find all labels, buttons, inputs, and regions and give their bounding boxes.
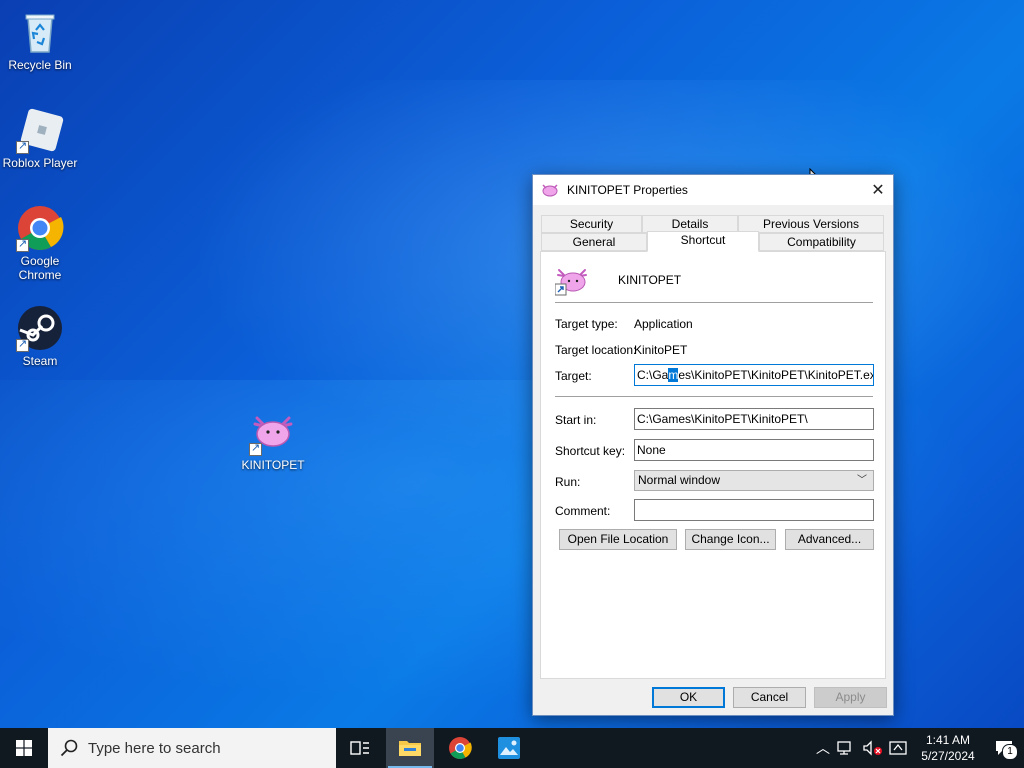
desktop-icon-kinitopet[interactable]: KINITOPET [233, 408, 313, 472]
target-label: Target: [555, 369, 592, 383]
photos-icon [498, 737, 520, 759]
tab-previous-versions[interactable]: Previous Versions [738, 215, 884, 233]
open-file-location-button[interactable]: Open File Location [559, 529, 677, 550]
desktop-icon-label: KINITOPET [241, 458, 305, 472]
shortcut-arrow-icon [16, 237, 29, 252]
tab-security[interactable]: Security [541, 215, 642, 233]
system-tray: ︿ 1:41 AM 5/27/2024 1 [812, 728, 1024, 768]
desktop-icon-roblox[interactable]: Roblox Player [0, 106, 80, 170]
apply-button[interactable]: Apply [814, 687, 887, 708]
target-input[interactable]: C:\Games\KinitoPET\KinitoPET\KinitoPET.e… [634, 364, 874, 386]
task-view-icon [350, 741, 369, 755]
separator [555, 302, 873, 303]
tab-general[interactable]: General [541, 233, 647, 251]
taskbar-search-box[interactable]: Type here to search [48, 728, 336, 768]
app-name: KINITOPET [618, 273, 682, 287]
shortcut-arrow-icon [16, 337, 29, 352]
desktop-icon-recycle-bin[interactable]: Recycle Bin [0, 8, 80, 72]
target-location-value: KinitoPET [634, 343, 688, 357]
desktop-icon-steam[interactable]: Steam [0, 304, 80, 368]
target-text: C:\Ga [637, 368, 669, 382]
run-select[interactable]: Normal window ﹀ [634, 470, 874, 491]
target-text-rest: es\KinitoPET\KinitoPET\KinitoPET.exe [678, 368, 874, 382]
change-icon-button[interactable]: Change Icon... [685, 529, 776, 550]
axolotl-icon [555, 269, 587, 296]
desktop-icon-label: Google Chrome [18, 254, 62, 282]
comment-input[interactable] [634, 499, 874, 521]
desktop-icon-google-chrome[interactable]: Google Chrome [0, 204, 80, 282]
start-in-input[interactable]: C:\Games\KinitoPET\KinitoPET\ [634, 408, 874, 430]
axolotl-icon [542, 184, 558, 197]
desktop-icon-label: Recycle Bin [8, 58, 72, 72]
target-selection: m [668, 368, 679, 382]
shortcut-key-input[interactable]: None [634, 439, 874, 461]
shortcut-arrow-icon [249, 441, 262, 456]
start-in-label: Start in: [555, 413, 597, 427]
chrome-icon [449, 737, 472, 759]
clock-time: 1:41 AM [925, 733, 971, 747]
ok-button[interactable]: OK [652, 687, 725, 708]
taskbar: Type here to search ︿ 1:41 AM 5/27/2024 … [0, 728, 1024, 768]
task-view-button[interactable] [336, 728, 384, 768]
dialog-titlebar[interactable]: KINITOPET Properties ✕ [533, 175, 893, 205]
properties-dialog: KINITOPET Properties ✕ Security Details … [532, 174, 894, 716]
tab-shortcut[interactable]: Shortcut [647, 231, 759, 252]
roblox-icon [16, 106, 64, 154]
target-location-label: Target location: [555, 343, 637, 357]
taskbar-file-explorer[interactable] [386, 728, 434, 768]
desktop-icon-label: Steam [22, 354, 58, 368]
taskbar-clock[interactable]: 1:41 AM 5/27/2024 [912, 732, 984, 764]
dialog-title: KINITOPET Properties [567, 183, 688, 197]
ime-icon[interactable] [888, 740, 910, 756]
axolotl-icon [249, 408, 297, 456]
comment-label: Comment: [555, 504, 611, 518]
chevron-down-icon: ﹀ [857, 475, 867, 486]
speaker-muted-icon[interactable] [862, 740, 884, 756]
shortcut-key-label: Shortcut key: [555, 444, 626, 458]
chrome-icon [16, 204, 64, 252]
target-type-value: Application [634, 317, 693, 331]
folder-icon [399, 741, 421, 756]
windows-logo-icon [16, 740, 32, 756]
recycle-bin-icon [16, 8, 64, 56]
run-label: Run: [555, 475, 581, 489]
notification-badge: 1 [1002, 744, 1018, 760]
shortcut-arrow-icon [16, 139, 29, 154]
taskbar-chrome[interactable] [436, 728, 484, 768]
desktop-icon-label: Roblox Player [2, 156, 78, 170]
chevron-up-icon[interactable]: ︿ [812, 738, 834, 758]
steam-icon [16, 304, 64, 352]
shortcut-panel: KINITOPET Target type: Application Targe… [540, 251, 886, 679]
start-button[interactable] [0, 728, 48, 768]
search-icon [60, 739, 78, 757]
close-button[interactable]: ✕ [863, 175, 893, 205]
target-type-label: Target type: [555, 317, 618, 331]
search-placeholder: Type here to search [88, 739, 221, 757]
tab-compatibility[interactable]: Compatibility [759, 233, 884, 251]
clock-date: 5/27/2024 [921, 749, 975, 763]
advanced-button[interactable]: Advanced... [785, 529, 874, 550]
separator [555, 396, 873, 397]
taskbar-photos[interactable] [485, 728, 533, 768]
cancel-button[interactable]: Cancel [733, 687, 806, 708]
network-icon[interactable] [836, 740, 858, 756]
action-center-button[interactable]: 1 [984, 728, 1024, 768]
run-select-value: Normal window [638, 473, 721, 487]
